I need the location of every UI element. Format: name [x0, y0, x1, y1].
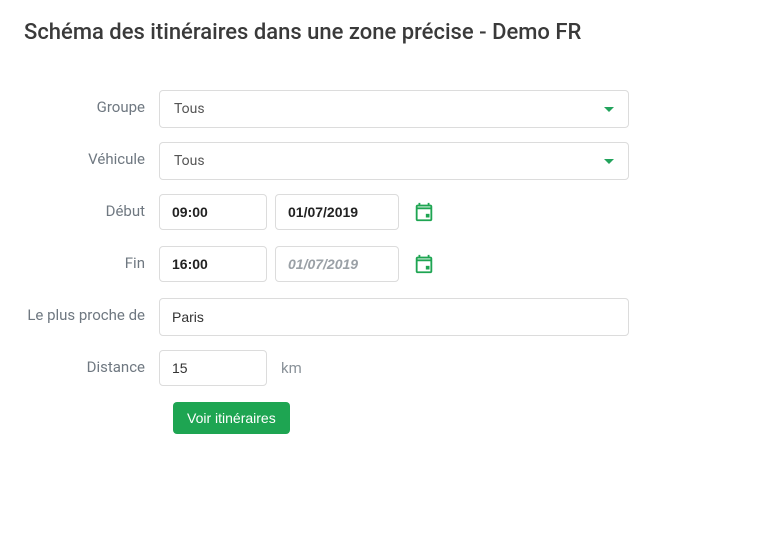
criteria-form: Groupe Tous Véhicule Tous Début — [24, 90, 664, 434]
calendar-icon[interactable] — [413, 201, 435, 223]
fin-time-input[interactable] — [159, 246, 267, 282]
calendar-icon[interactable] — [413, 253, 435, 275]
chevron-down-icon — [604, 107, 614, 112]
groupe-selected-value: Tous — [174, 101, 205, 117]
groupe-select[interactable]: Tous — [159, 90, 629, 128]
fin-date-input[interactable] — [275, 246, 399, 282]
distance-label: Distance — [24, 350, 159, 376]
distance-unit: km — [275, 359, 302, 377]
groupe-label: Groupe — [24, 90, 159, 116]
vehicule-selected-value: Tous — [174, 153, 205, 169]
nearest-input[interactable] — [159, 298, 629, 336]
submit-button[interactable]: Voir itinéraires — [173, 402, 290, 434]
distance-input[interactable] — [159, 350, 267, 386]
page-title: Schéma des itinéraires dans une zone pré… — [24, 20, 744, 45]
debut-label: Début — [24, 194, 159, 220]
leplusproche-label: Le plus proche de — [24, 298, 159, 324]
vehicule-select[interactable]: Tous — [159, 142, 629, 180]
debut-time-input[interactable] — [159, 194, 267, 230]
chevron-down-icon — [604, 159, 614, 164]
fin-label: Fin — [24, 246, 159, 272]
vehicule-label: Véhicule — [24, 142, 159, 168]
debut-date-input[interactable] — [275, 194, 399, 230]
